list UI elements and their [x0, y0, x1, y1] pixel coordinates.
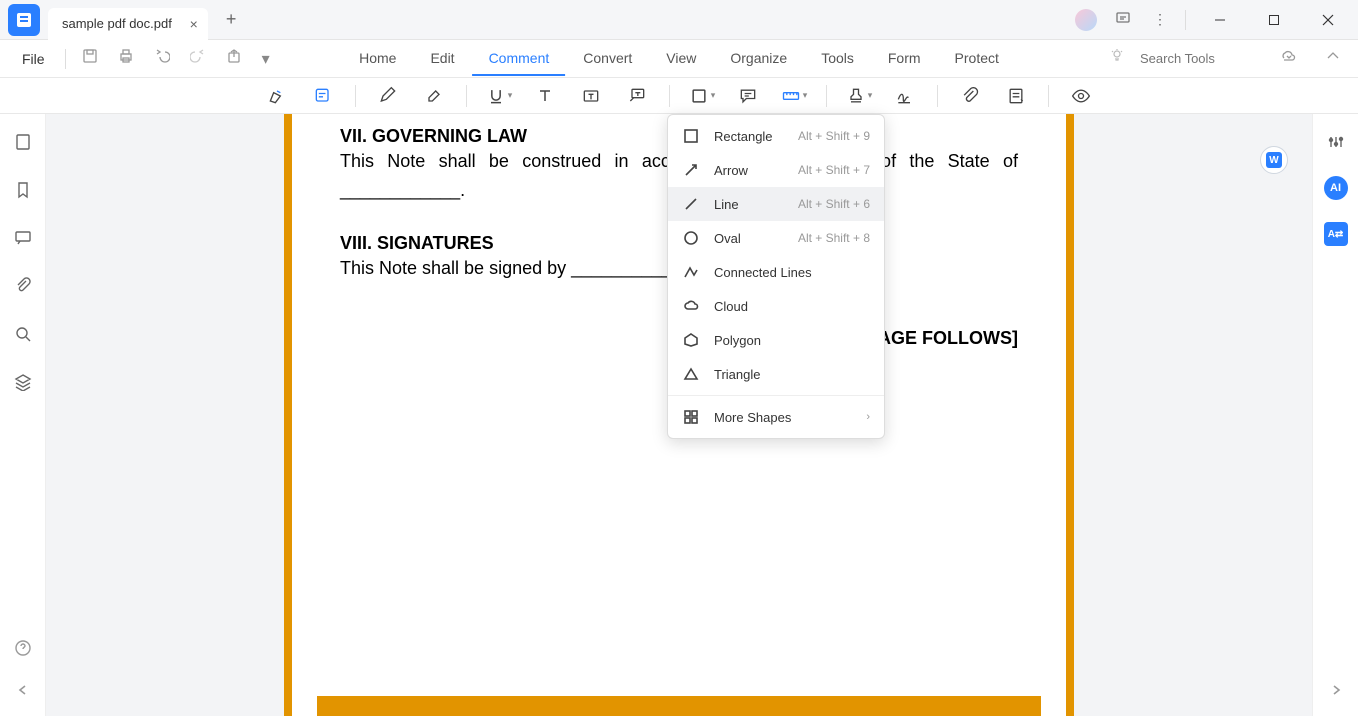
add-tab-button[interactable]: + [218, 5, 245, 34]
search-tools-input[interactable] [1140, 51, 1260, 66]
cloud-icon [682, 297, 700, 315]
shape-polygon[interactable]: Polygon [668, 323, 884, 357]
maximize-button[interactable] [1254, 4, 1294, 36]
tab-home[interactable]: Home [343, 42, 412, 76]
tab-form[interactable]: Form [872, 42, 937, 76]
more-shapes[interactable]: More Shapes › [668, 400, 884, 434]
more-shapes-icon [682, 408, 700, 426]
redo-icon[interactable] [180, 42, 216, 75]
shape-oval[interactable]: Oval Alt + Shift + 8 [668, 221, 884, 255]
collapse-icon[interactable] [1316, 43, 1350, 74]
tab-tools[interactable]: Tools [805, 42, 870, 76]
tab-view[interactable]: View [650, 42, 712, 76]
thumbnails-icon[interactable] [9, 128, 37, 156]
properties-icon[interactable] [1322, 128, 1350, 156]
translate-icon[interactable]: A⇄ [1322, 220, 1350, 248]
more-icon[interactable]: ⋮ [1149, 7, 1171, 32]
pencil-tool[interactable] [366, 81, 410, 111]
measure-tool[interactable]: ▾ [772, 81, 816, 111]
callout-tool[interactable] [615, 81, 659, 111]
comments-panel-icon[interactable] [9, 224, 37, 252]
app-icon [8, 4, 40, 36]
main-tabs: Home Edit Comment Convert View Organize … [343, 42, 1015, 76]
chevron-right-icon: › [866, 411, 870, 423]
signature-tool[interactable] [883, 81, 927, 111]
note-tool[interactable] [301, 81, 345, 111]
collapse-right-icon[interactable] [1322, 676, 1350, 704]
form-tool[interactable] [994, 81, 1038, 111]
help-icon[interactable] [9, 634, 37, 662]
shape-cloud[interactable]: Cloud [668, 289, 884, 323]
tab-organize[interactable]: Organize [714, 42, 803, 76]
shape-tool[interactable]: ▾ [680, 81, 724, 111]
comment-balloon-tool[interactable] [726, 81, 770, 111]
text-tool[interactable] [523, 81, 567, 111]
document-tab[interactable]: sample pdf doc.pdf × [48, 8, 208, 40]
shape-line[interactable]: Line Alt + Shift + 6 [668, 187, 884, 221]
feedback-icon[interactable] [1111, 6, 1135, 33]
collapse-left-icon[interactable] [9, 676, 37, 704]
shapes-dropdown: Rectangle Alt + Shift + 9 Arrow Alt + Sh… [667, 114, 885, 439]
hide-comments-tool[interactable] [1059, 81, 1103, 111]
shape-connected-lines[interactable]: Connected Lines [668, 255, 884, 289]
oval-icon [682, 229, 700, 247]
cloud-sync-icon[interactable] [1270, 42, 1306, 75]
comment-toolbar: ▾ ▾ ▾ ▾ [0, 78, 1358, 114]
line-icon [682, 195, 700, 213]
arrow-icon [682, 161, 700, 179]
user-avatar[interactable] [1075, 9, 1097, 31]
undo-icon[interactable] [144, 42, 180, 75]
word-export-badge[interactable]: W [1260, 146, 1288, 174]
tab-comment[interactable]: Comment [473, 42, 566, 76]
file-menu[interactable]: File [8, 45, 59, 73]
eraser-tool[interactable] [412, 81, 456, 111]
right-sidebar: AI A⇄ [1312, 114, 1358, 716]
tab-title: sample pdf doc.pdf [62, 16, 172, 31]
tab-convert[interactable]: Convert [567, 42, 648, 76]
connected-lines-icon [682, 263, 700, 281]
search-panel-icon[interactable] [9, 320, 37, 348]
layers-icon[interactable] [9, 368, 37, 396]
shape-arrow[interactable]: Arrow Alt + Shift + 7 [668, 153, 884, 187]
minimize-button[interactable] [1200, 4, 1240, 36]
close-tab-icon[interactable]: × [190, 16, 198, 32]
dropdown-icon[interactable]: ▾ [252, 43, 280, 75]
attachments-panel-icon[interactable] [9, 272, 37, 300]
shape-triangle[interactable]: Triangle [668, 357, 884, 391]
menubar: File ▾ Home Edit Comment Convert View Or… [0, 40, 1358, 78]
titlebar: sample pdf doc.pdf × + ⋮ [0, 0, 1358, 40]
search-bulb-icon [1110, 49, 1124, 68]
tab-edit[interactable]: Edit [414, 42, 470, 76]
highlight-tool[interactable] [255, 81, 299, 111]
left-sidebar [0, 114, 46, 716]
tab-protect[interactable]: Protect [939, 42, 1015, 76]
share-icon[interactable] [216, 42, 252, 75]
shape-rectangle[interactable]: Rectangle Alt + Shift + 9 [668, 119, 884, 153]
triangle-icon [682, 365, 700, 383]
bookmark-icon[interactable] [9, 176, 37, 204]
attachment-tool[interactable] [948, 81, 992, 111]
polygon-icon [682, 331, 700, 349]
rectangle-icon [682, 127, 700, 145]
underline-tool[interactable]: ▾ [477, 81, 521, 111]
textbox-tool[interactable] [569, 81, 613, 111]
stamp-tool[interactable]: ▾ [837, 81, 881, 111]
page-footer: +1(555)34-34322 contact@larsen.co [317, 696, 1041, 716]
save-icon[interactable] [72, 42, 108, 75]
close-window-button[interactable] [1308, 4, 1348, 36]
ai-icon[interactable]: AI [1322, 174, 1350, 202]
print-icon[interactable] [108, 42, 144, 75]
